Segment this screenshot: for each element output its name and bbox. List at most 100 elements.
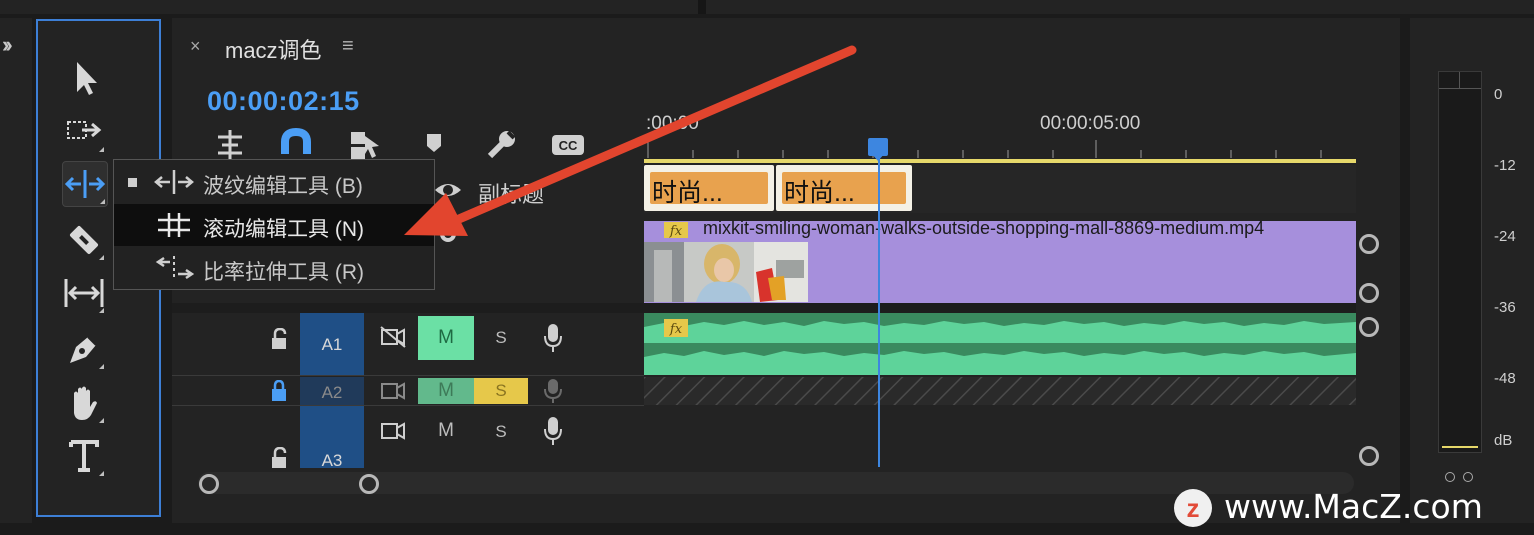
flyout-item-label: 波纹编辑工具 (B) — [203, 175, 363, 198]
locked-track-hatch — [644, 377, 1356, 405]
track-target-a1[interactable]: A1 — [300, 313, 364, 375]
rolling-edit-icon — [158, 213, 190, 237]
slip-tool[interactable] — [62, 271, 106, 315]
track-output-toggle-a3[interactable] — [380, 420, 406, 447]
audio-track-scroll-handle[interactable] — [1359, 317, 1379, 337]
left-collapsed-panel — [0, 18, 32, 523]
meter-level-bar — [1442, 446, 1478, 448]
zoom-scroll-left-handle[interactable] — [199, 474, 219, 494]
track-target-a2[interactable]: A2 — [300, 377, 364, 405]
track-output-toggle-a2[interactable] — [380, 381, 406, 406]
work-area-bar[interactable] — [644, 159, 1356, 163]
zoom-scroll-right-handle[interactable] — [359, 474, 379, 494]
selection-tool[interactable] — [62, 56, 106, 100]
caption-clip[interactable]: 时尚... — [644, 165, 774, 211]
watermark-logo: z — [1174, 489, 1212, 527]
top-panel-strip — [0, 0, 1534, 14]
meter-scale-label: 0 — [1494, 86, 1503, 103]
ripple-edit-tool[interactable] — [62, 161, 108, 207]
playhead-line[interactable] — [878, 155, 880, 467]
tool-group-indicator — [99, 418, 104, 423]
closed-captions-icon: CC — [552, 135, 584, 155]
sequence-tab-title[interactable]: macz调色 — [225, 33, 322, 65]
track-output-toggle-a1[interactable] — [380, 326, 406, 353]
track-lock-a3[interactable] — [270, 446, 288, 474]
mute-button-a1[interactable]: M — [418, 316, 474, 360]
meter-scale-label: -36 — [1494, 299, 1516, 316]
track-lock-a2[interactable] — [270, 379, 288, 407]
snap-toggle[interactable] — [278, 127, 314, 162]
solo-right-channel[interactable] — [1463, 472, 1473, 482]
magnet-icon — [281, 127, 311, 154]
edit-tools-flyout-menu: 波纹编辑工具 (B) 滚动编辑工具 (N) 比率拉伸工具 (R) — [113, 159, 435, 290]
audio-meter — [1438, 71, 1482, 453]
video-track-scroll-handle[interactable] — [1359, 283, 1379, 303]
solo-left-channel[interactable] — [1445, 472, 1455, 482]
panel-divider — [698, 0, 706, 14]
video-thumbnail — [644, 242, 808, 302]
insert-nest-toggle[interactable] — [212, 128, 248, 162]
meter-scale-label: -12 — [1494, 157, 1516, 174]
close-sequence-tab[interactable]: × — [190, 36, 201, 57]
audio-clip-a1[interactable]: fx — [644, 313, 1356, 375]
tool-group-indicator — [99, 471, 104, 476]
timeline-settings-button[interactable] — [484, 128, 520, 162]
ripple-edit-icon — [154, 170, 194, 194]
track-target-a3[interactable]: A3 — [300, 406, 364, 470]
add-marker-button[interactable] — [418, 128, 454, 162]
tool-group-indicator — [99, 308, 104, 313]
solo-button-a3[interactable]: S — [474, 422, 528, 442]
hand-tool[interactable] — [62, 381, 106, 425]
expand-panels-icon[interactable]: ›› — [2, 32, 12, 58]
meter-channel-divider — [1459, 72, 1460, 88]
razor-tool[interactable] — [62, 218, 106, 262]
mute-button-a3[interactable]: M — [418, 420, 474, 442]
flyout-item-rolling-edit[interactable]: 滚动编辑工具 (N) — [114, 204, 434, 246]
audio-track-scroll-handle[interactable] — [1359, 446, 1379, 466]
track-name-a3: A3 — [321, 451, 343, 470]
voiceover-record-a2[interactable] — [542, 378, 564, 409]
fx-badge-icon: fx — [664, 222, 688, 239]
solo-button-a1[interactable]: S — [474, 328, 528, 348]
meter-scale-label: dB — [1494, 432, 1513, 449]
track-divider — [172, 375, 644, 376]
watermark-text: www.MacZ.com — [1224, 487, 1483, 526]
type-tool[interactable] — [62, 434, 106, 478]
audio-track-a2-empty — [644, 377, 1356, 405]
track-name-a1: A1 — [321, 335, 343, 354]
video-track-scroll-handle[interactable] — [1359, 234, 1379, 254]
solo-button-a2[interactable]: S — [474, 378, 528, 404]
ruler-mark-label: 00:00:05:00 — [1040, 113, 1141, 134]
tool-group-indicator — [99, 364, 104, 369]
selection-arrow-icon — [77, 62, 97, 95]
track-name-a2: A2 — [321, 383, 343, 402]
subtitle-visibility-icon[interactable] — [433, 178, 463, 207]
meter-peak-indicator[interactable] — [1439, 72, 1481, 89]
tool-group-indicator — [100, 199, 105, 204]
microphone-icon — [544, 417, 562, 445]
tool-group-indicator — [99, 147, 104, 152]
caption-clip-text: 时尚... — [784, 179, 855, 207]
pen-tool[interactable] — [62, 327, 106, 371]
mute-button-a2[interactable]: M — [418, 378, 474, 404]
rate-stretch-icon — [155, 256, 194, 280]
sync-lock-off-icon — [380, 326, 406, 348]
sequence-menu-icon[interactable]: ≡ — [342, 35, 354, 58]
voiceover-record-a1[interactable] — [542, 323, 564, 358]
flyout-item-ripple-edit[interactable]: 波纹编辑工具 (B) — [114, 161, 434, 203]
flyout-item-label: 比率拉伸工具 (R) — [203, 261, 364, 284]
subtitle-track-label: 副标题 — [478, 182, 545, 207]
video-visibility-icon[interactable] — [433, 222, 463, 251]
wrench-icon — [487, 130, 516, 159]
caption-clip[interactable]: 时尚... — [776, 165, 912, 211]
time-ruler[interactable]: :00:00 00:00:05:00 — [644, 108, 1356, 165]
flyout-item-rate-stretch[interactable]: 比率拉伸工具 (R) — [114, 247, 434, 289]
linked-selection-toggle[interactable] — [348, 128, 384, 162]
svg-text:fx: fx — [669, 224, 683, 239]
captions-toggle[interactable]: CC — [550, 128, 586, 162]
playhead-timecode[interactable]: 00:00:02:15 — [207, 86, 360, 117]
track-lock-a1[interactable] — [270, 327, 288, 355]
video-clip-name: mixkit-smiling-woman-walks-outside-shopp… — [703, 218, 1265, 238]
voiceover-record-a3[interactable] — [542, 416, 564, 451]
track-select-tool[interactable] — [62, 110, 106, 154]
